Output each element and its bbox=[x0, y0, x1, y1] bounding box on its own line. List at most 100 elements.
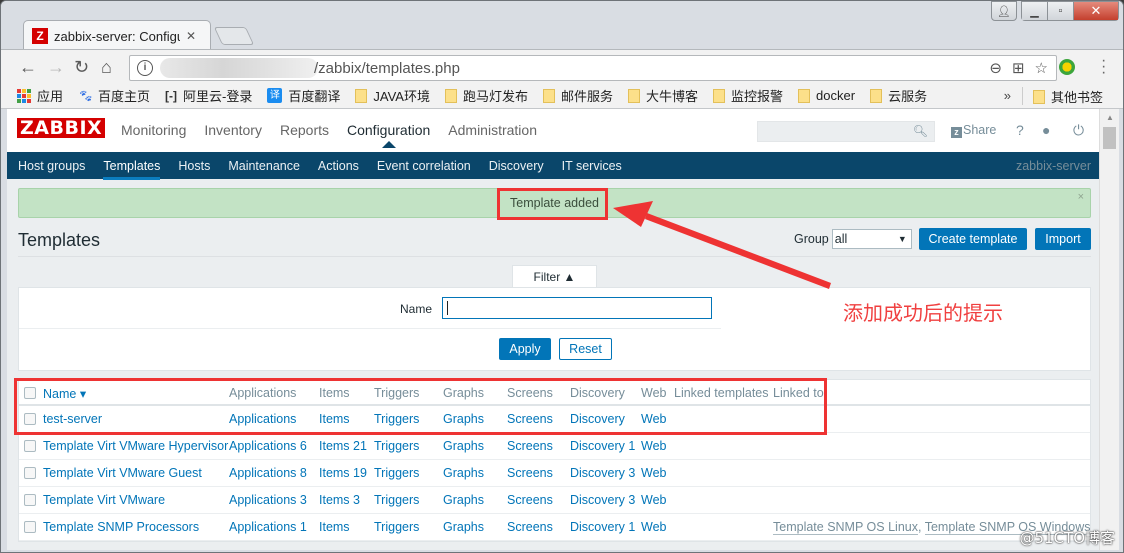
items-link[interactable]: Items 21 bbox=[319, 439, 367, 453]
discovery-link[interactable]: Discovery 1 bbox=[570, 439, 635, 453]
scroll-up-icon[interactable]: ▲ bbox=[1106, 113, 1114, 122]
col-name-header[interactable]: Name ▾ bbox=[43, 386, 86, 401]
zabbix-logo[interactable]: ZABBIX bbox=[17, 118, 106, 139]
graphs-link[interactable]: Graphs bbox=[443, 439, 484, 453]
bookmarks-overflow-button[interactable]: » bbox=[1004, 88, 1011, 103]
graphs-link[interactable]: Graphs bbox=[443, 493, 484, 507]
graphs-link[interactable]: Graphs bbox=[443, 520, 484, 534]
bookmark-blog[interactable]: 大牛博客 bbox=[628, 86, 698, 105]
menu-administration[interactable]: Administration bbox=[448, 122, 537, 138]
reload-icon[interactable]: ↻ bbox=[74, 58, 89, 76]
items-link[interactable]: Items 3 bbox=[319, 493, 360, 507]
items-link[interactable]: Items 19 bbox=[319, 466, 367, 480]
linked-template-link[interactable]: Template SNMP OS Linux bbox=[773, 520, 918, 535]
submenu-maintenance[interactable]: Maintenance bbox=[228, 159, 300, 173]
bookmark-docker[interactable]: docker bbox=[798, 88, 855, 103]
search-icon[interactable]: 🔍︎ bbox=[913, 124, 928, 138]
web-link[interactable]: Web bbox=[641, 412, 666, 426]
browser-tab[interactable]: Z zabbix-server: Configur ✕ bbox=[23, 20, 211, 50]
menu-reports[interactable]: Reports bbox=[280, 122, 329, 138]
applications-link[interactable]: Applications 1 bbox=[229, 520, 307, 534]
bookmark-baidu[interactable]: 🐾︎ 百度主页 bbox=[78, 86, 150, 105]
applications-link[interactable]: Applications 6 bbox=[229, 439, 307, 453]
browser-menu-icon[interactable]: · · · bbox=[1101, 53, 1106, 81]
global-search-input[interactable]: 🔍︎ bbox=[757, 121, 935, 142]
bookmark-cloud[interactable]: 云服务 bbox=[870, 86, 927, 105]
scroll-thumb[interactable] bbox=[1103, 127, 1116, 149]
logout-power-icon[interactable]: ⏻ bbox=[1073, 122, 1084, 139]
submenu-actions[interactable]: Actions bbox=[318, 159, 359, 173]
applications-link[interactable]: Applications 3 bbox=[229, 493, 307, 507]
applications-link[interactable]: Applications bbox=[229, 412, 296, 426]
select-all-checkbox[interactable] bbox=[24, 387, 36, 399]
row-checkbox[interactable] bbox=[24, 440, 36, 452]
template-name-link[interactable]: Template Virt VMware bbox=[43, 493, 165, 507]
filter-toggle-tab[interactable]: Filter ▲ bbox=[512, 265, 597, 288]
info-icon[interactable]: i bbox=[137, 60, 153, 76]
discovery-link[interactable]: Discovery 3 bbox=[570, 466, 635, 480]
items-link[interactable]: Items bbox=[319, 520, 350, 534]
graphs-link[interactable]: Graphs bbox=[443, 412, 484, 426]
translate-page-icon[interactable]: ⊞ bbox=[1012, 59, 1025, 77]
discovery-link[interactable]: Discovery bbox=[570, 412, 625, 426]
zoom-out-icon[interactable]: ⊖ bbox=[989, 59, 1002, 77]
close-icon[interactable]: ✕ bbox=[1073, 1, 1119, 21]
applications-link[interactable]: Applications 8 bbox=[229, 466, 307, 480]
submenu-templates[interactable]: Templates bbox=[103, 159, 160, 180]
apply-button[interactable]: Apply bbox=[499, 338, 551, 360]
message-close-icon[interactable]: × bbox=[1078, 191, 1084, 203]
row-checkbox[interactable] bbox=[24, 413, 36, 425]
bookmark-marquee[interactable]: 跑马灯发布 bbox=[444, 86, 528, 105]
screens-link[interactable]: Screens bbox=[507, 466, 553, 480]
other-bookmarks[interactable]: 其他书签 bbox=[1032, 87, 1103, 106]
row-checkbox[interactable] bbox=[24, 467, 36, 479]
submenu-host-groups[interactable]: Host groups bbox=[18, 159, 85, 173]
template-name-link[interactable]: Template Virt VMware Hypervisor bbox=[43, 439, 228, 453]
row-checkbox[interactable] bbox=[24, 494, 36, 506]
submenu-discovery[interactable]: Discovery bbox=[489, 159, 544, 173]
web-link[interactable]: Web bbox=[641, 493, 666, 507]
maximize-icon[interactable]: ▫ bbox=[1047, 1, 1073, 21]
triggers-link[interactable]: Triggers bbox=[374, 493, 419, 507]
page-scrollbar[interactable]: ▲ bbox=[1099, 109, 1119, 550]
help-icon[interactable]: ? bbox=[1016, 122, 1024, 138]
user-icon[interactable]: 👤︎ bbox=[991, 1, 1017, 21]
bookmark-apps[interactable]: 应用 bbox=[17, 86, 63, 105]
menu-inventory[interactable]: Inventory bbox=[204, 122, 262, 138]
screens-link[interactable]: Screens bbox=[507, 412, 553, 426]
forward-icon[interactable]: → bbox=[47, 58, 65, 76]
discovery-link[interactable]: Discovery 3 bbox=[570, 493, 635, 507]
home-icon[interactable]: ⌂ bbox=[101, 58, 112, 76]
submenu-it-services[interactable]: IT services bbox=[562, 159, 622, 173]
bookmark-monitoring[interactable]: 监控报警 bbox=[713, 86, 783, 105]
row-checkbox[interactable] bbox=[24, 521, 36, 533]
tab-close-icon[interactable]: ✕ bbox=[186, 29, 196, 43]
triggers-link[interactable]: Triggers bbox=[374, 439, 419, 453]
extension-icon[interactable] bbox=[1059, 59, 1075, 75]
web-link[interactable]: Web bbox=[641, 466, 666, 480]
address-bar[interactable]: i /zabbix/templates.php ⊖ ⊞ ☆ bbox=[129, 55, 1057, 81]
triggers-link[interactable]: Triggers bbox=[374, 412, 419, 426]
bookmark-baidu-translate[interactable]: 译 百度翻译 bbox=[267, 86, 340, 105]
minimize-icon[interactable]: ▁ bbox=[1021, 1, 1047, 21]
items-link[interactable]: Items bbox=[319, 412, 350, 426]
template-name-link[interactable]: Template SNMP Processors bbox=[43, 520, 199, 534]
template-name-link[interactable]: test-server bbox=[43, 412, 102, 426]
bookmark-mail[interactable]: 邮件服务 bbox=[543, 86, 613, 105]
back-icon[interactable]: ← bbox=[19, 58, 37, 76]
menu-monitoring[interactable]: Monitoring bbox=[121, 122, 186, 138]
submenu-event-correlation[interactable]: Event correlation bbox=[377, 159, 471, 173]
triggers-link[interactable]: Triggers bbox=[374, 466, 419, 480]
group-select[interactable]: all ▼ bbox=[831, 229, 912, 249]
import-button[interactable]: Import bbox=[1035, 228, 1091, 250]
triggers-link[interactable]: Triggers bbox=[374, 520, 419, 534]
web-link[interactable]: Web bbox=[641, 520, 666, 534]
bookmark-star-icon[interactable]: ☆ bbox=[1035, 59, 1048, 77]
reset-button[interactable]: Reset bbox=[559, 338, 612, 360]
submenu-hosts[interactable]: Hosts bbox=[178, 159, 210, 173]
share-link[interactable]: z Share bbox=[951, 123, 996, 138]
create-template-button[interactable]: Create template bbox=[919, 228, 1027, 250]
menu-configuration[interactable]: Configuration bbox=[347, 122, 430, 148]
screens-link[interactable]: Screens bbox=[507, 439, 553, 453]
filter-name-input[interactable] bbox=[442, 297, 712, 319]
